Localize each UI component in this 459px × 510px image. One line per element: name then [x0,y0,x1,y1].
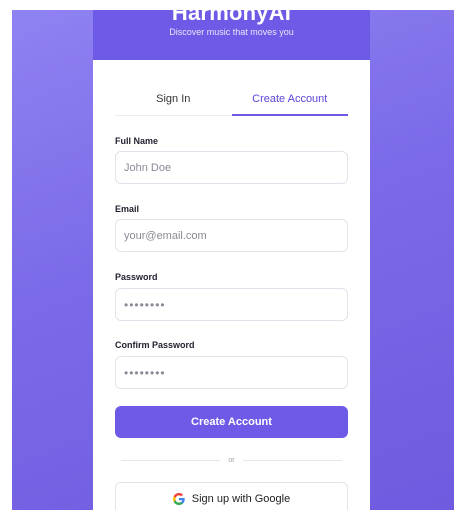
full-name-input[interactable] [115,151,348,184]
divider-line-right [242,459,343,461]
password-label: Password [115,272,158,282]
divider-line-left [121,459,221,461]
create-account-button[interactable]: Create Account [115,406,348,438]
brand-tagline: Discover music that moves you [169,27,294,37]
full-name-label: Full Name [115,136,159,146]
auth-card: HarmonyAI Discover music that moves you … [93,10,370,510]
google-signup-button[interactable]: Sign up with Google [115,482,348,510]
google-icon [172,493,185,505]
tab-create-account[interactable]: Create Account [231,88,348,116]
auth-tabs: Sign In Create Account [115,88,348,116]
email-label: Email [115,204,140,214]
or-divider: or [121,454,343,466]
divider-text: or [228,456,235,464]
tab-sign-in[interactable]: Sign In [115,88,232,115]
password-input[interactable] [115,288,348,321]
email-input[interactable] [115,219,348,252]
confirm-password-input[interactable] [115,356,348,389]
page-background: HarmonyAI Discover music that moves you … [12,10,454,510]
brand-title: HarmonyAI [171,10,292,25]
confirm-password-label: Confirm Password [115,340,195,350]
card-header: HarmonyAI Discover music that moves you [93,10,370,60]
google-signup-label: Sign up with Google [191,493,291,505]
